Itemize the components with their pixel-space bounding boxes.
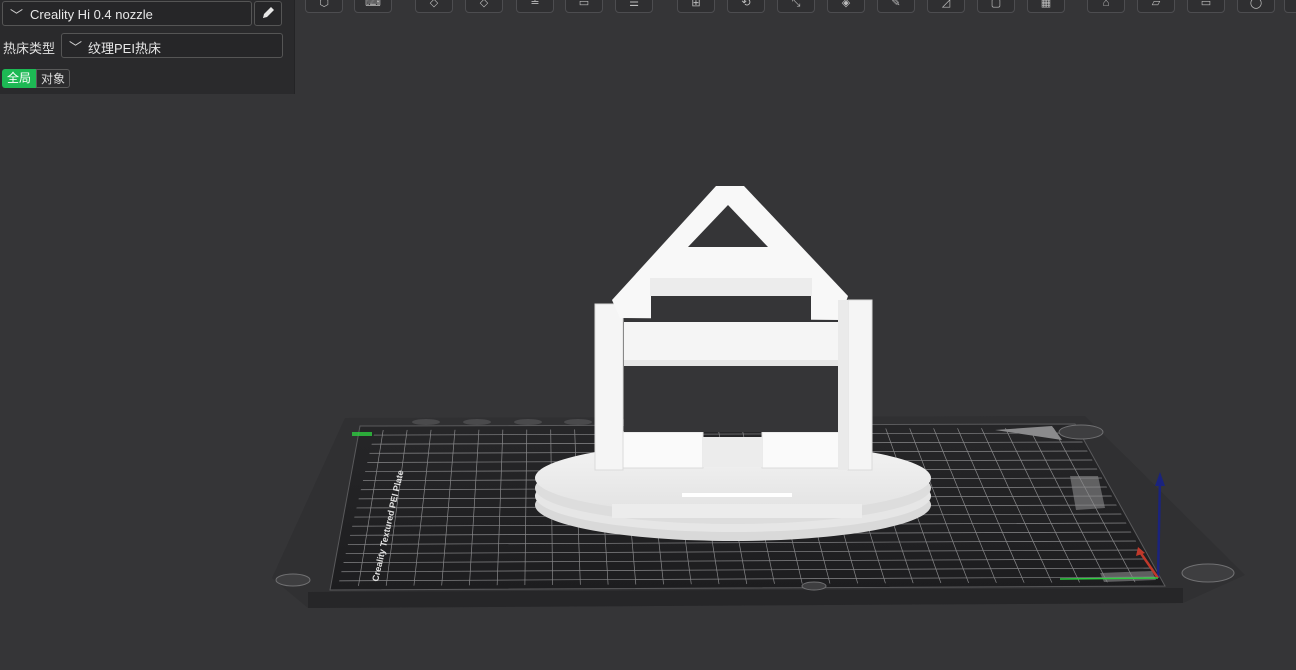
assembly-button[interactable]: ⌂ (1087, 0, 1125, 13)
text-icon: ▦ (1040, 0, 1052, 9)
orient-icon: ◇ (429, 0, 439, 9)
support-paint-icon: ✎ (891, 0, 901, 9)
assembly-icon: ⌂ (1102, 0, 1110, 9)
hollow-button[interactable]: ▱ (1137, 0, 1175, 13)
measure-button[interactable]: ▢ (977, 0, 1015, 13)
move-icon: ⊞ (691, 0, 701, 9)
printer-select[interactable]: ﹀ Creality Hi 0.4 nozzle (2, 1, 252, 26)
bed-clip (1058, 424, 1104, 440)
view-button[interactable]: ◯ (1237, 0, 1275, 13)
printer-name: Creality Hi 0.4 nozzle (30, 7, 153, 22)
hollow-icon: ▱ (1151, 0, 1161, 9)
3d-model[interactable] (535, 186, 931, 541)
seam-paint-icon: ◿ (941, 0, 951, 9)
emboss-button[interactable]: ▭ (1187, 0, 1225, 13)
arrange-icon: ≚ (530, 0, 540, 9)
layflat-icon: ◇ (479, 0, 489, 9)
tab-object[interactable]: 对象 (36, 69, 70, 88)
keyboard-icon: ⌨ (365, 0, 381, 9)
bed-type-label: 热床类型 (3, 41, 56, 56)
keyboard-button[interactable]: ⌨ (354, 0, 392, 13)
chevron-down-icon: ﹀ (10, 8, 24, 23)
layer-icon: ☰ (629, 0, 639, 9)
orient-button[interactable]: ◇ (415, 0, 453, 13)
edit-printer-button[interactable] (254, 1, 282, 26)
bed-clip (1181, 563, 1235, 583)
scale-icon: ⤡ (791, 0, 801, 9)
bed-type-select[interactable]: ﹀ 纹理PEI热床 (61, 33, 283, 58)
pencil-icon (263, 7, 274, 18)
scale-button[interactable]: ⤡ (777, 0, 815, 13)
text-button[interactable]: ▦ (1027, 0, 1065, 13)
more-button[interactable]: ▢ (1284, 0, 1296, 13)
add-object-icon: ⬡ (319, 0, 329, 9)
split-button[interactable]: ▭ (565, 0, 603, 13)
bed-clip (801, 581, 827, 591)
rotate-button[interactable]: ⟲ (727, 0, 765, 13)
rotate-icon: ⟲ (741, 0, 751, 9)
layflat-button[interactable]: ◇ (465, 0, 503, 13)
3d-viewport[interactable]: Creality Textured PEI Plate (0, 0, 1296, 670)
add-object-button[interactable]: ⬡ (305, 0, 343, 13)
printer-settings-panel: ﹀ Creality Hi 0.4 nozzle 热床类型 ﹀ 纹理PEI热床 … (0, 0, 295, 94)
cut-icon: ◈ (841, 0, 851, 9)
bed-clip (275, 573, 311, 587)
chevron-down-icon: ﹀ (69, 40, 83, 55)
tab-global[interactable]: 全局 (2, 69, 36, 88)
bed-type-value: 纹理PEI热床 (88, 41, 161, 56)
emboss-icon: ▭ (1200, 0, 1212, 9)
support-paint-button[interactable]: ✎ (877, 0, 915, 13)
seam-paint-button[interactable]: ◿ (927, 0, 965, 13)
cut-button[interactable]: ◈ (827, 0, 865, 13)
split-icon: ▭ (578, 0, 590, 9)
move-button[interactable]: ⊞ (677, 0, 715, 13)
arrange-button[interactable]: ≚ (516, 0, 554, 13)
view-icon: ◯ (1249, 0, 1263, 9)
layer-button[interactable]: ☰ (615, 0, 653, 13)
measure-icon: ▢ (990, 0, 1002, 9)
top-toolbar: ⬡ ⌨ ◇ ◇ ≚ ▭ ☰ ⊞ ⟲ ⤡ ◈ ✎ ◿ ▢ ▦ ⌂ ▱ ▭ ◯ ▢ (295, 0, 1296, 22)
